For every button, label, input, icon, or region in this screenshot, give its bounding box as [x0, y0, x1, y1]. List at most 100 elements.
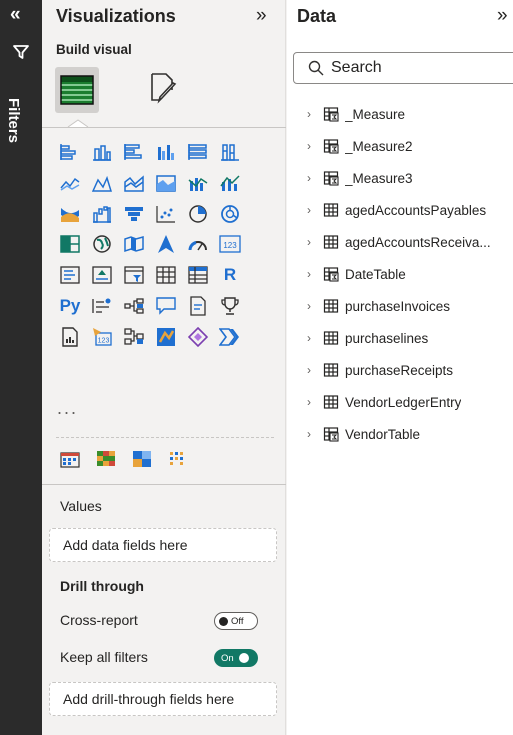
- matrix-icon[interactable]: [184, 261, 212, 289]
- line-and-stacked-column-chart-icon[interactable]: [184, 169, 212, 197]
- chevron-right-icon[interactable]: ›: [307, 107, 321, 121]
- toggle-knob: [238, 653, 249, 663]
- field-list-item[interactable]: › purchaseReceipts: [307, 354, 513, 386]
- cross-report-toggle[interactable]: Off: [214, 612, 258, 630]
- decomposition-tree-icon[interactable]: [120, 292, 148, 320]
- measure-table-icon: [323, 107, 339, 122]
- values-drop-zone[interactable]: Add data fields here: [49, 528, 277, 562]
- filters-label[interactable]: Filters: [5, 98, 22, 143]
- power-automate-icon[interactable]: [120, 323, 148, 351]
- 100-stacked-bar-chart-icon[interactable]: [184, 138, 212, 166]
- values-label: Values: [60, 498, 102, 514]
- custom-visual-dots-icon[interactable]: [164, 445, 192, 473]
- format-brush-icon: [151, 73, 177, 104]
- line-and-clustered-column-chart-icon[interactable]: [216, 169, 244, 197]
- table-icon-visual[interactable]: [152, 261, 180, 289]
- build-visual-label: Build visual: [56, 42, 132, 57]
- chevron-right-icon[interactable]: ›: [307, 427, 321, 441]
- field-list-item-label: agedAccountsReceiva...: [345, 234, 491, 250]
- field-list-item[interactable]: › VendorLedgerEntry: [307, 386, 513, 418]
- chevron-right-icon[interactable]: ›: [307, 267, 321, 281]
- treemap-icon[interactable]: [56, 230, 84, 258]
- table-grid-icon: [60, 75, 94, 105]
- arcgis-map-icon[interactable]: [152, 323, 180, 351]
- format-visual-tab[interactable]: [146, 70, 180, 109]
- r-visual-icon[interactable]: R: [216, 261, 244, 289]
- clustered-bar-chart-icon[interactable]: [120, 138, 148, 166]
- key-influencers-icon[interactable]: [88, 292, 116, 320]
- metrics-trophy-icon[interactable]: [216, 292, 244, 320]
- field-list-item[interactable]: › purchaseInvoices: [307, 290, 513, 322]
- funnel-chart-icon[interactable]: [120, 200, 148, 228]
- keep-all-filters-toggle[interactable]: On: [214, 649, 258, 667]
- field-list-item[interactable]: › _Measure3: [307, 162, 513, 194]
- multi-row-card-icon[interactable]: [56, 261, 84, 289]
- field-list-item[interactable]: › _Measure2: [307, 130, 513, 162]
- data-pane: Data » Search › _Measure › _Measure2 › _Measu…: [287, 0, 513, 735]
- card-icon[interactable]: 123: [216, 230, 244, 258]
- waterfall-chart-icon[interactable]: [88, 200, 116, 228]
- ribbon-chart-icon[interactable]: [56, 200, 84, 228]
- chevron-right-icon[interactable]: ›: [307, 299, 321, 313]
- table-icon: [323, 331, 339, 345]
- slicer-icon[interactable]: [120, 261, 148, 289]
- qa-visual-icon[interactable]: [152, 292, 180, 320]
- field-list-item[interactable]: › agedAccountsReceiva...: [307, 226, 513, 258]
- chevron-right-icon[interactable]: ›: [307, 395, 321, 409]
- python-visual-icon[interactable]: Py: [56, 292, 84, 320]
- smart-narrative-icon[interactable]: [184, 292, 212, 320]
- custom-visual-tiles-icon[interactable]: [128, 445, 156, 473]
- stacked-area-chart-icon[interactable]: [120, 169, 148, 197]
- table-icon: [323, 299, 339, 313]
- drill-through-drop-zone[interactable]: Add drill-through fields here: [49, 682, 277, 716]
- chevron-right-icon[interactable]: ›: [307, 331, 321, 345]
- search-input[interactable]: Search: [293, 52, 513, 84]
- toggle-state: On: [221, 652, 234, 664]
- scatter-chart-icon[interactable]: [152, 200, 180, 228]
- filter-icon[interactable]: [13, 44, 29, 65]
- field-list-item[interactable]: › VendorTable: [307, 418, 513, 450]
- power-apps-icon[interactable]: 123: [88, 323, 116, 351]
- toggle-knob: [219, 616, 228, 626]
- field-list-item-label: VendorLedgerEntry: [345, 394, 462, 410]
- svg-text:123: 123: [223, 241, 237, 250]
- svg-text:123: 123: [98, 337, 110, 344]
- chevron-right-icon[interactable]: ›: [307, 235, 321, 249]
- azure-map-icon[interactable]: [152, 230, 180, 258]
- cross-report-label: Cross-report: [60, 612, 138, 628]
- chevron-right-icon[interactable]: ›: [307, 363, 321, 377]
- field-list-item[interactable]: › agedAccountsPayables: [307, 194, 513, 226]
- pie-chart-icon[interactable]: [184, 200, 212, 228]
- map-icon[interactable]: [88, 230, 116, 258]
- collapse-visualizations-icon[interactable]: »: [256, 5, 267, 27]
- field-list-item[interactable]: › DateTable: [307, 258, 513, 290]
- collapse-pane-icon[interactable]: «: [10, 4, 21, 26]
- collapse-data-icon[interactable]: »: [497, 5, 508, 27]
- 100-stacked-column-chart-icon[interactable]: [216, 138, 244, 166]
- custom-visual-calendar-icon[interactable]: [56, 445, 84, 473]
- build-visual-tab[interactable]: [55, 67, 99, 113]
- clustered-column-chart-icon[interactable]: [152, 138, 180, 166]
- 100-stacked-area-chart-icon[interactable]: [152, 169, 180, 197]
- stacked-bar-chart-icon[interactable]: [56, 138, 84, 166]
- chevron-right-icon[interactable]: ›: [307, 171, 321, 185]
- area-chart-icon[interactable]: [88, 169, 116, 197]
- more-visuals-button[interactable]: ...: [57, 398, 78, 419]
- donut-chart-icon[interactable]: [216, 200, 244, 228]
- line-chart-icon[interactable]: [56, 169, 84, 197]
- chevron-right-icon[interactable]: ›: [307, 139, 321, 153]
- divider: [42, 484, 286, 485]
- field-list-item-label: DateTable: [345, 266, 406, 282]
- search-icon: [308, 60, 324, 76]
- paginated-report-icon[interactable]: [56, 323, 84, 351]
- chevron-right-icon[interactable]: ›: [307, 203, 321, 217]
- field-list-item[interactable]: › purchaselines: [307, 322, 513, 354]
- power-apps-diamond-icon[interactable]: [184, 323, 212, 351]
- filled-map-icon[interactable]: [120, 230, 148, 258]
- custom-visual-heatgrid-icon[interactable]: [92, 445, 120, 473]
- stacked-column-chart-icon[interactable]: [88, 138, 116, 166]
- field-list-item[interactable]: › _Measure: [307, 98, 513, 130]
- gauge-icon[interactable]: [184, 230, 212, 258]
- kpi-icon[interactable]: [88, 261, 116, 289]
- power-automate-chevron-icon[interactable]: [216, 323, 244, 351]
